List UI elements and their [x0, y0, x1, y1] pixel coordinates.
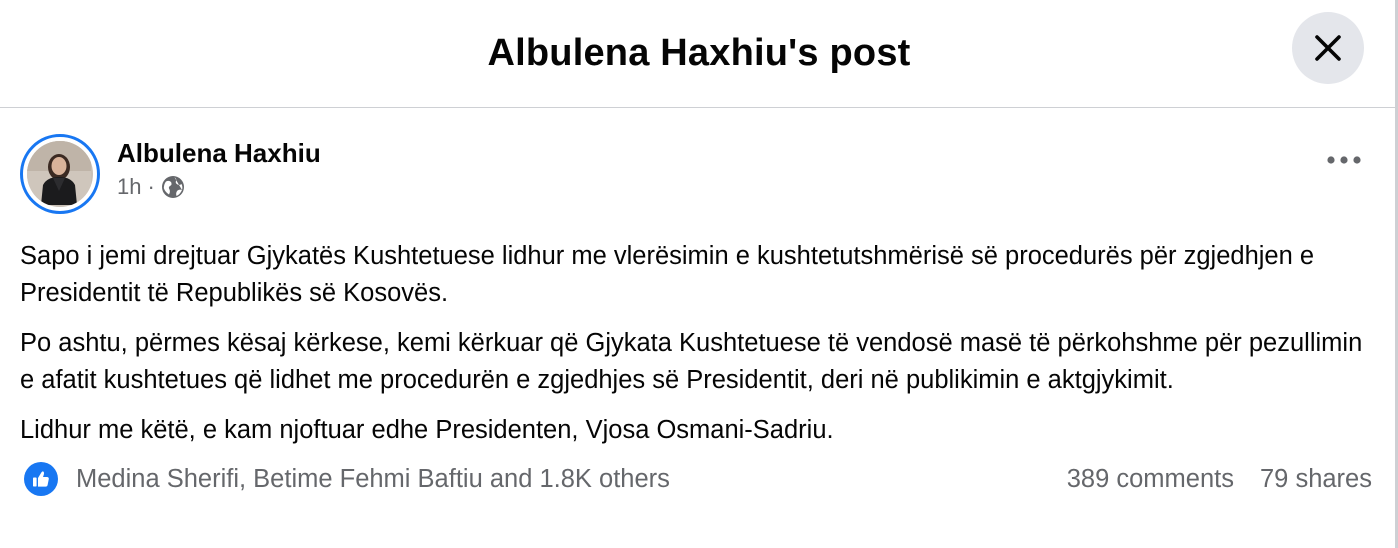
- comments-count[interactable]: 389 comments: [1067, 465, 1234, 494]
- more-options-button[interactable]: [1316, 142, 1372, 178]
- post-body: Sapo i jemi drejtuar Gjykatës Kushtetues…: [20, 238, 1372, 449]
- dialog-title: Albulena Haxhiu's post: [487, 32, 911, 74]
- post-header: Albulena Haxhiu 1h ·: [20, 134, 1372, 232]
- like-thumb-icon: [33, 471, 49, 487]
- post-footer: Medina Sherifi, Betime Fehmi Baftiu and …: [20, 462, 1372, 496]
- reactions-summary[interactable]: Medina Sherifi, Betime Fehmi Baftiu and …: [76, 465, 670, 494]
- post-paragraph: Lidhur me këtë, e kam njoftuar edhe Pres…: [20, 416, 834, 444]
- post-paragraph: Sapo i jemi drejtuar Gjykatës Kushtetues…: [20, 242, 1315, 307]
- engagement-counts: 389 comments 79 shares: [1067, 465, 1372, 494]
- post-paragraph: Po ashtu, përmes kësaj kërkese, kemi kër…: [20, 329, 1363, 394]
- post-dialog: Albulena Haxhiu's post Albulena Haxhiu 1…: [0, 0, 1398, 548]
- meta-separator: ·: [147, 174, 155, 199]
- author-name[interactable]: Albulena Haxhiu: [117, 138, 321, 168]
- dialog-header: Albulena Haxhiu's post: [0, 0, 1398, 108]
- avatar-image: [27, 141, 93, 207]
- more-horizontal-icon: [1327, 156, 1361, 164]
- like-reaction-badge[interactable]: [24, 462, 58, 496]
- author-block: Albulena Haxhiu 1h ·: [117, 134, 321, 200]
- post-time[interactable]: 1h: [117, 174, 141, 200]
- post-meta: 1h ·: [117, 174, 321, 200]
- globe-icon[interactable]: [161, 175, 185, 199]
- avatar[interactable]: [20, 134, 100, 214]
- post: Albulena Haxhiu 1h · Sapo i jemi drejtua…: [0, 108, 1398, 496]
- close-button[interactable]: [1292, 12, 1364, 84]
- shares-count[interactable]: 79 shares: [1260, 465, 1372, 494]
- close-icon: [1315, 35, 1341, 61]
